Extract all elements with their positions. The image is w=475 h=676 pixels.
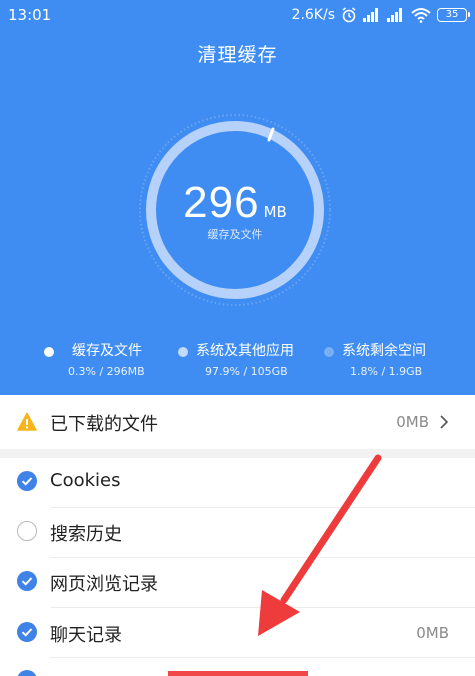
battery-icon: 35 — [437, 8, 470, 22]
list-item-chat-history[interactable]: 聊天记录 0MB — [0, 608, 475, 658]
checkbox-checked-icon[interactable] — [17, 622, 37, 642]
downloaded-files-size: 0MB — [396, 413, 429, 431]
page-title: 清理缓存 — [197, 44, 278, 66]
wifi-icon — [411, 8, 431, 23]
signal-icon — [363, 8, 381, 22]
checkbox-checked-icon[interactable] — [17, 571, 37, 591]
list-item-label: 聊天记录 — [50, 625, 122, 646]
downloaded-files-row[interactable]: 已下载的文件 0MB — [0, 395, 475, 449]
cache-size-number: 296 — [183, 178, 260, 227]
signal-icon — [387, 8, 405, 22]
warning-icon — [17, 412, 37, 431]
list-item-browsing-history[interactable]: 网页浏览记录 — [0, 558, 475, 608]
list-item-label: 网页浏览记录 — [50, 574, 158, 595]
checkbox-checked-icon[interactable] — [17, 670, 37, 676]
legend-dot — [324, 347, 334, 357]
legend-value: 0.3% / 296MB — [68, 365, 145, 378]
gauge-label: 缓存及文件 — [207, 228, 263, 241]
downloaded-files-label: 已下载的文件 — [50, 414, 158, 435]
status-bar: 13:01 2.6K/s 35 — [0, 0, 475, 30]
network-speed: 2.6K/s — [291, 7, 335, 23]
list-item-search-history[interactable]: 搜索历史 — [0, 508, 475, 558]
legend-dot — [178, 347, 188, 357]
alarm-icon — [342, 7, 356, 23]
chevron-right-icon — [440, 415, 449, 429]
status-time: 13:01 — [8, 6, 52, 24]
legend-name: 缓存及文件 — [72, 343, 142, 359]
legend-dot — [44, 347, 54, 357]
section-gap — [0, 449, 475, 458]
cache-size-unit: MB — [263, 203, 287, 221]
highlight-bar — [168, 671, 308, 676]
list-item-label: 搜索历史 — [50, 524, 122, 545]
list-item-size: 0MB — [416, 624, 449, 642]
legend-name: 系统及其他应用 — [196, 343, 294, 359]
header-panel: 13:01 2.6K/s 35 清理缓存 296 MB 缓存及文件 缓存及文件 … — [0, 0, 475, 395]
checkbox-checked-icon[interactable] — [17, 471, 37, 491]
gauge-value: 296 MB — [135, 178, 335, 228]
status-icons: 2.6K/s 35 — [291, 5, 470, 25]
checkbox-unchecked-icon[interactable] — [17, 521, 37, 541]
list-item-cookies[interactable]: Cookies — [0, 458, 475, 508]
legend-value: 1.8% / 1.9GB — [350, 365, 423, 378]
list-item-label: Cookies — [50, 470, 121, 491]
storage-legend: 缓存及文件 0.3% / 296MB 系统及其他应用 97.9% / 105GB… — [0, 340, 475, 385]
legend-value: 97.9% / 105GB — [205, 365, 288, 378]
legend-name: 系统剩余空间 — [342, 343, 426, 359]
